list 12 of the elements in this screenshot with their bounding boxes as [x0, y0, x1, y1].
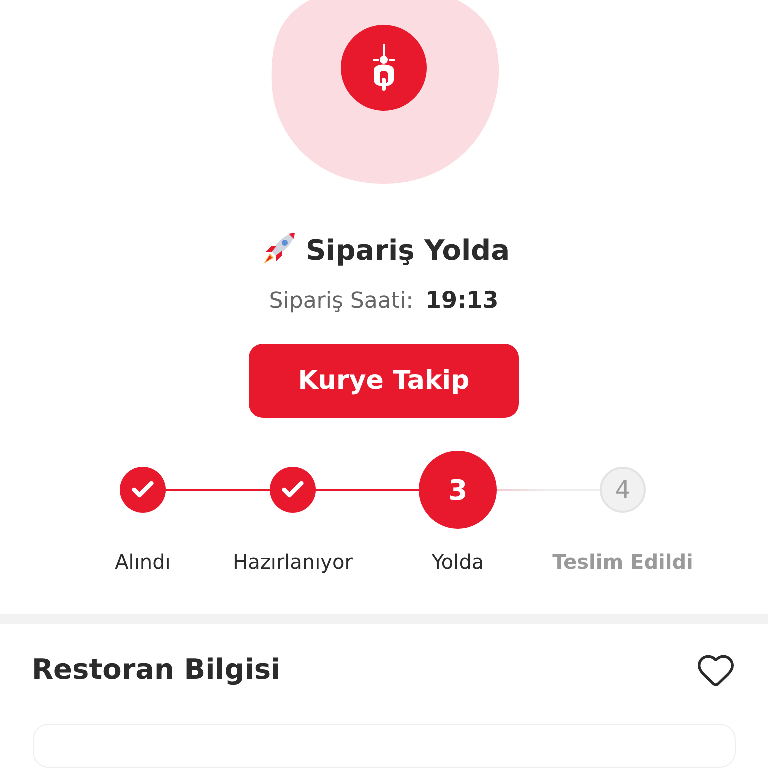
order-status-title: Sipariş Yolda	[306, 234, 510, 266]
section-title: Restoran Bilgisi	[32, 653, 281, 686]
step-label: Hazırlanıyor	[233, 550, 353, 574]
step-label: Alındı	[115, 550, 171, 574]
step-label: Yolda	[432, 550, 484, 574]
step-number-badge: 4	[600, 467, 646, 513]
step-label: Teslim Edildi	[552, 550, 694, 574]
order-time: 19:13	[426, 288, 499, 314]
order-time-label: Sipariş Saati:	[269, 288, 414, 314]
courier-track-button[interactable]: Kurye Takip	[249, 344, 519, 418]
scooter-icon	[371, 44, 397, 92]
step-number-badge: 3	[419, 451, 497, 529]
